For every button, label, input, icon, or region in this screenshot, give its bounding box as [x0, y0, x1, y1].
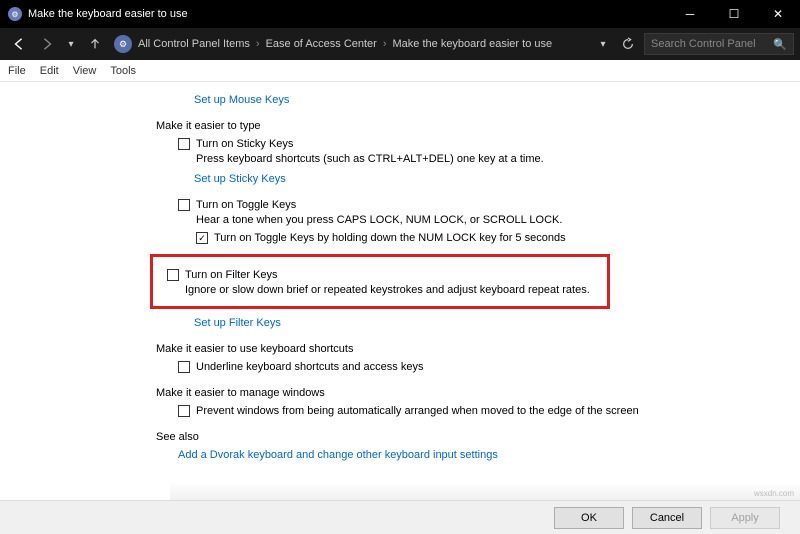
setup-mouse-keys-link[interactable]: Set up Mouse Keys	[194, 94, 800, 106]
app-icon: ⚙	[8, 7, 22, 21]
ok-button[interactable]: OK	[554, 507, 624, 529]
apply-button[interactable]: Apply	[710, 507, 780, 529]
forward-button[interactable]	[34, 31, 60, 57]
section-type-title: Make it easier to type	[156, 120, 800, 132]
watermark: wsxdn.com	[754, 489, 794, 498]
control-panel-icon: ⚙	[114, 35, 132, 53]
dvorak-link[interactable]: Add a Dvorak keyboard and change other k…	[178, 449, 800, 461]
menu-tools[interactable]: Tools	[110, 65, 136, 77]
content-area: Set up Mouse Keys Make it easier to type…	[0, 82, 800, 500]
cancel-button[interactable]: Cancel	[632, 507, 702, 529]
titlebar: ⚙ Make the keyboard easier to use ─ ☐ ✕	[0, 0, 800, 28]
setup-sticky-keys-link[interactable]: Set up Sticky Keys	[194, 173, 800, 185]
see-also-title: See also	[156, 431, 800, 443]
breadcrumb-item[interactable]: Ease of Access Center	[266, 38, 377, 50]
sticky-keys-label: Turn on Sticky Keys	[196, 138, 293, 150]
recent-dropdown[interactable]: ▾	[62, 39, 80, 50]
breadcrumb-item[interactable]: Make the keyboard easier to use	[393, 38, 553, 50]
toggle-hold-checkbox[interactable]	[196, 232, 208, 244]
maximize-button[interactable]: ☐	[712, 0, 756, 28]
window-title: Make the keyboard easier to use	[28, 8, 188, 20]
footer: OK Cancel Apply	[0, 500, 800, 534]
menu-edit[interactable]: Edit	[40, 65, 59, 77]
close-button[interactable]: ✕	[756, 0, 800, 28]
sticky-keys-checkbox[interactable]	[178, 138, 190, 150]
menubar: File Edit View Tools	[0, 60, 800, 82]
section-windows-title: Make it easier to manage windows	[156, 387, 800, 399]
prevent-arrange-checkbox[interactable]	[178, 405, 190, 417]
filter-keys-highlight: Turn on Filter Keys Ignore or slow down …	[150, 254, 610, 309]
back-button[interactable]	[6, 31, 32, 57]
search-input[interactable]: Search Control Panel 🔍	[644, 33, 794, 55]
filter-keys-label: Turn on Filter Keys	[185, 269, 278, 281]
filter-keys-desc: Ignore or slow down brief or repeated ke…	[185, 284, 599, 296]
section-shortcuts-title: Make it easier to use keyboard shortcuts	[156, 343, 800, 355]
chevron-right-icon: ›	[256, 38, 260, 50]
toggle-keys-label: Turn on Toggle Keys	[196, 199, 296, 211]
toggle-keys-desc: Hear a tone when you press CAPS LOCK, NU…	[196, 214, 800, 226]
sticky-keys-desc: Press keyboard shortcuts (such as CTRL+A…	[196, 153, 800, 165]
prevent-arrange-label: Prevent windows from being automatically…	[196, 405, 639, 417]
search-placeholder: Search Control Panel	[651, 38, 756, 50]
minimize-button[interactable]: ─	[668, 0, 712, 28]
menu-file[interactable]: File	[8, 65, 26, 77]
underline-shortcuts-checkbox[interactable]	[178, 361, 190, 373]
navbar: ▾ ⚙ All Control Panel Items › Ease of Ac…	[0, 28, 800, 60]
search-icon: 🔍	[773, 38, 787, 51]
filter-keys-checkbox[interactable]	[167, 269, 179, 281]
breadcrumb: All Control Panel Items › Ease of Access…	[138, 38, 592, 50]
chevron-right-icon: ›	[383, 38, 387, 50]
underline-shortcuts-label: Underline keyboard shortcuts and access …	[196, 361, 423, 373]
up-button[interactable]	[82, 31, 108, 57]
breadcrumb-dropdown[interactable]: ▾	[594, 39, 612, 50]
refresh-button[interactable]	[616, 37, 640, 51]
toggle-keys-checkbox[interactable]	[178, 199, 190, 211]
breadcrumb-item[interactable]: All Control Panel Items	[138, 38, 250, 50]
toggle-hold-label: Turn on Toggle Keys by holding down the …	[214, 232, 566, 244]
menu-view[interactable]: View	[73, 65, 97, 77]
setup-filter-keys-link[interactable]: Set up Filter Keys	[194, 317, 800, 329]
